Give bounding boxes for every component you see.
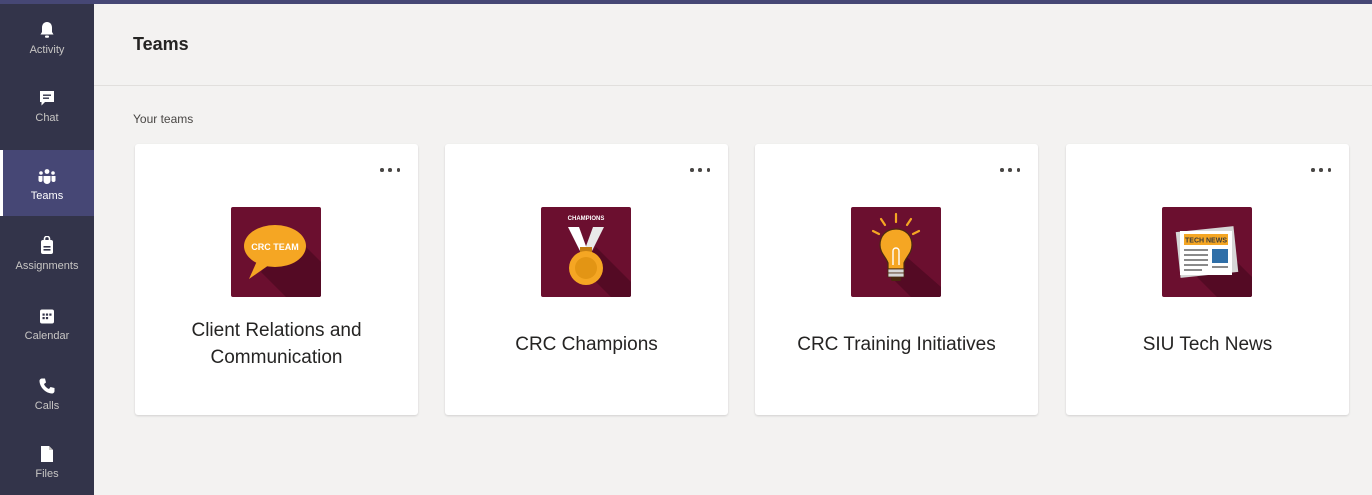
chat-icon (40, 91, 54, 106)
bell-icon (40, 22, 54, 38)
medal-icon: CHAMPIONS (541, 207, 631, 297)
team-avatar: TECH NEWS (1162, 207, 1252, 297)
team-card-crc-champions[interactable]: CHAMPIONS CRC Champions (445, 144, 728, 415)
app-bar-item-calendar[interactable]: Calendar (0, 290, 94, 356)
avatar-text: TECH NEWS (1185, 238, 1227, 245)
newspaper-icon: TECH NEWS (1162, 207, 1252, 297)
more-options-icon[interactable] (378, 162, 402, 178)
app-bar-item-files[interactable]: Files (0, 428, 94, 494)
team-name: Client Relations and Communication (191, 320, 362, 368)
avatar-text: CRC TEAM (251, 242, 299, 252)
section-label-your-teams: Your teams (133, 112, 194, 126)
app-bar: Activity Chat Teams Assignments Calendar… (0, 4, 94, 495)
team-name: SIU Tech News (1142, 333, 1273, 355)
main-content: Teams Your teams CRC TEAM Client Relatio… (94, 4, 1372, 495)
more-options-icon[interactable] (1309, 162, 1333, 178)
app-bar-item-label: Assignments (15, 260, 79, 272)
app-bar-item-chat[interactable]: Chat (0, 72, 94, 138)
avatar-text: CHAMPIONS (568, 216, 605, 222)
more-options-icon[interactable] (688, 162, 712, 178)
team-card-client-relations[interactable]: CRC TEAM Client Relations and Communicat… (135, 144, 418, 415)
assignments-icon (41, 236, 53, 254)
app-bar-item-label: Files (35, 468, 59, 480)
teams-app: Activity Chat Teams Assignments Calendar… (0, 0, 1372, 495)
team-name: CRC Champions (515, 333, 658, 355)
app-bar-item-label: Teams (30, 190, 64, 202)
app-bar-item-calls[interactable]: Calls (0, 360, 94, 426)
team-avatar (851, 207, 941, 297)
team-avatar: CHAMPIONS (541, 207, 631, 297)
phone-icon (39, 378, 55, 394)
file-icon (41, 446, 53, 462)
team-name: CRC Training Initiatives (797, 333, 996, 355)
lightbulb-icon (851, 207, 941, 297)
app-bar-item-teams[interactable]: Teams (0, 150, 94, 216)
team-card-crc-training[interactable]: CRC Training Initiatives (755, 144, 1038, 415)
app-bar-item-label: Activity (29, 44, 65, 56)
teams-icon (38, 169, 56, 184)
calendar-icon (40, 309, 54, 324)
team-card-siu-tech-news[interactable]: TECH NEWS SIU Tech News (1066, 144, 1349, 415)
page-title: Teams (133, 34, 189, 54)
team-avatar: CRC TEAM (231, 207, 321, 297)
app-bar-item-label: Calls (34, 400, 60, 412)
page-header: Teams (94, 4, 1372, 86)
app-bar-item-label: Calendar (24, 330, 70, 342)
speech-bubble-icon: CRC TEAM (231, 207, 321, 297)
app-bar-item-assignments[interactable]: Assignments (0, 220, 94, 286)
app-bar-item-activity[interactable]: Activity (0, 4, 94, 70)
more-options-icon[interactable] (998, 162, 1022, 178)
app-bar-item-label: Chat (35, 112, 59, 124)
